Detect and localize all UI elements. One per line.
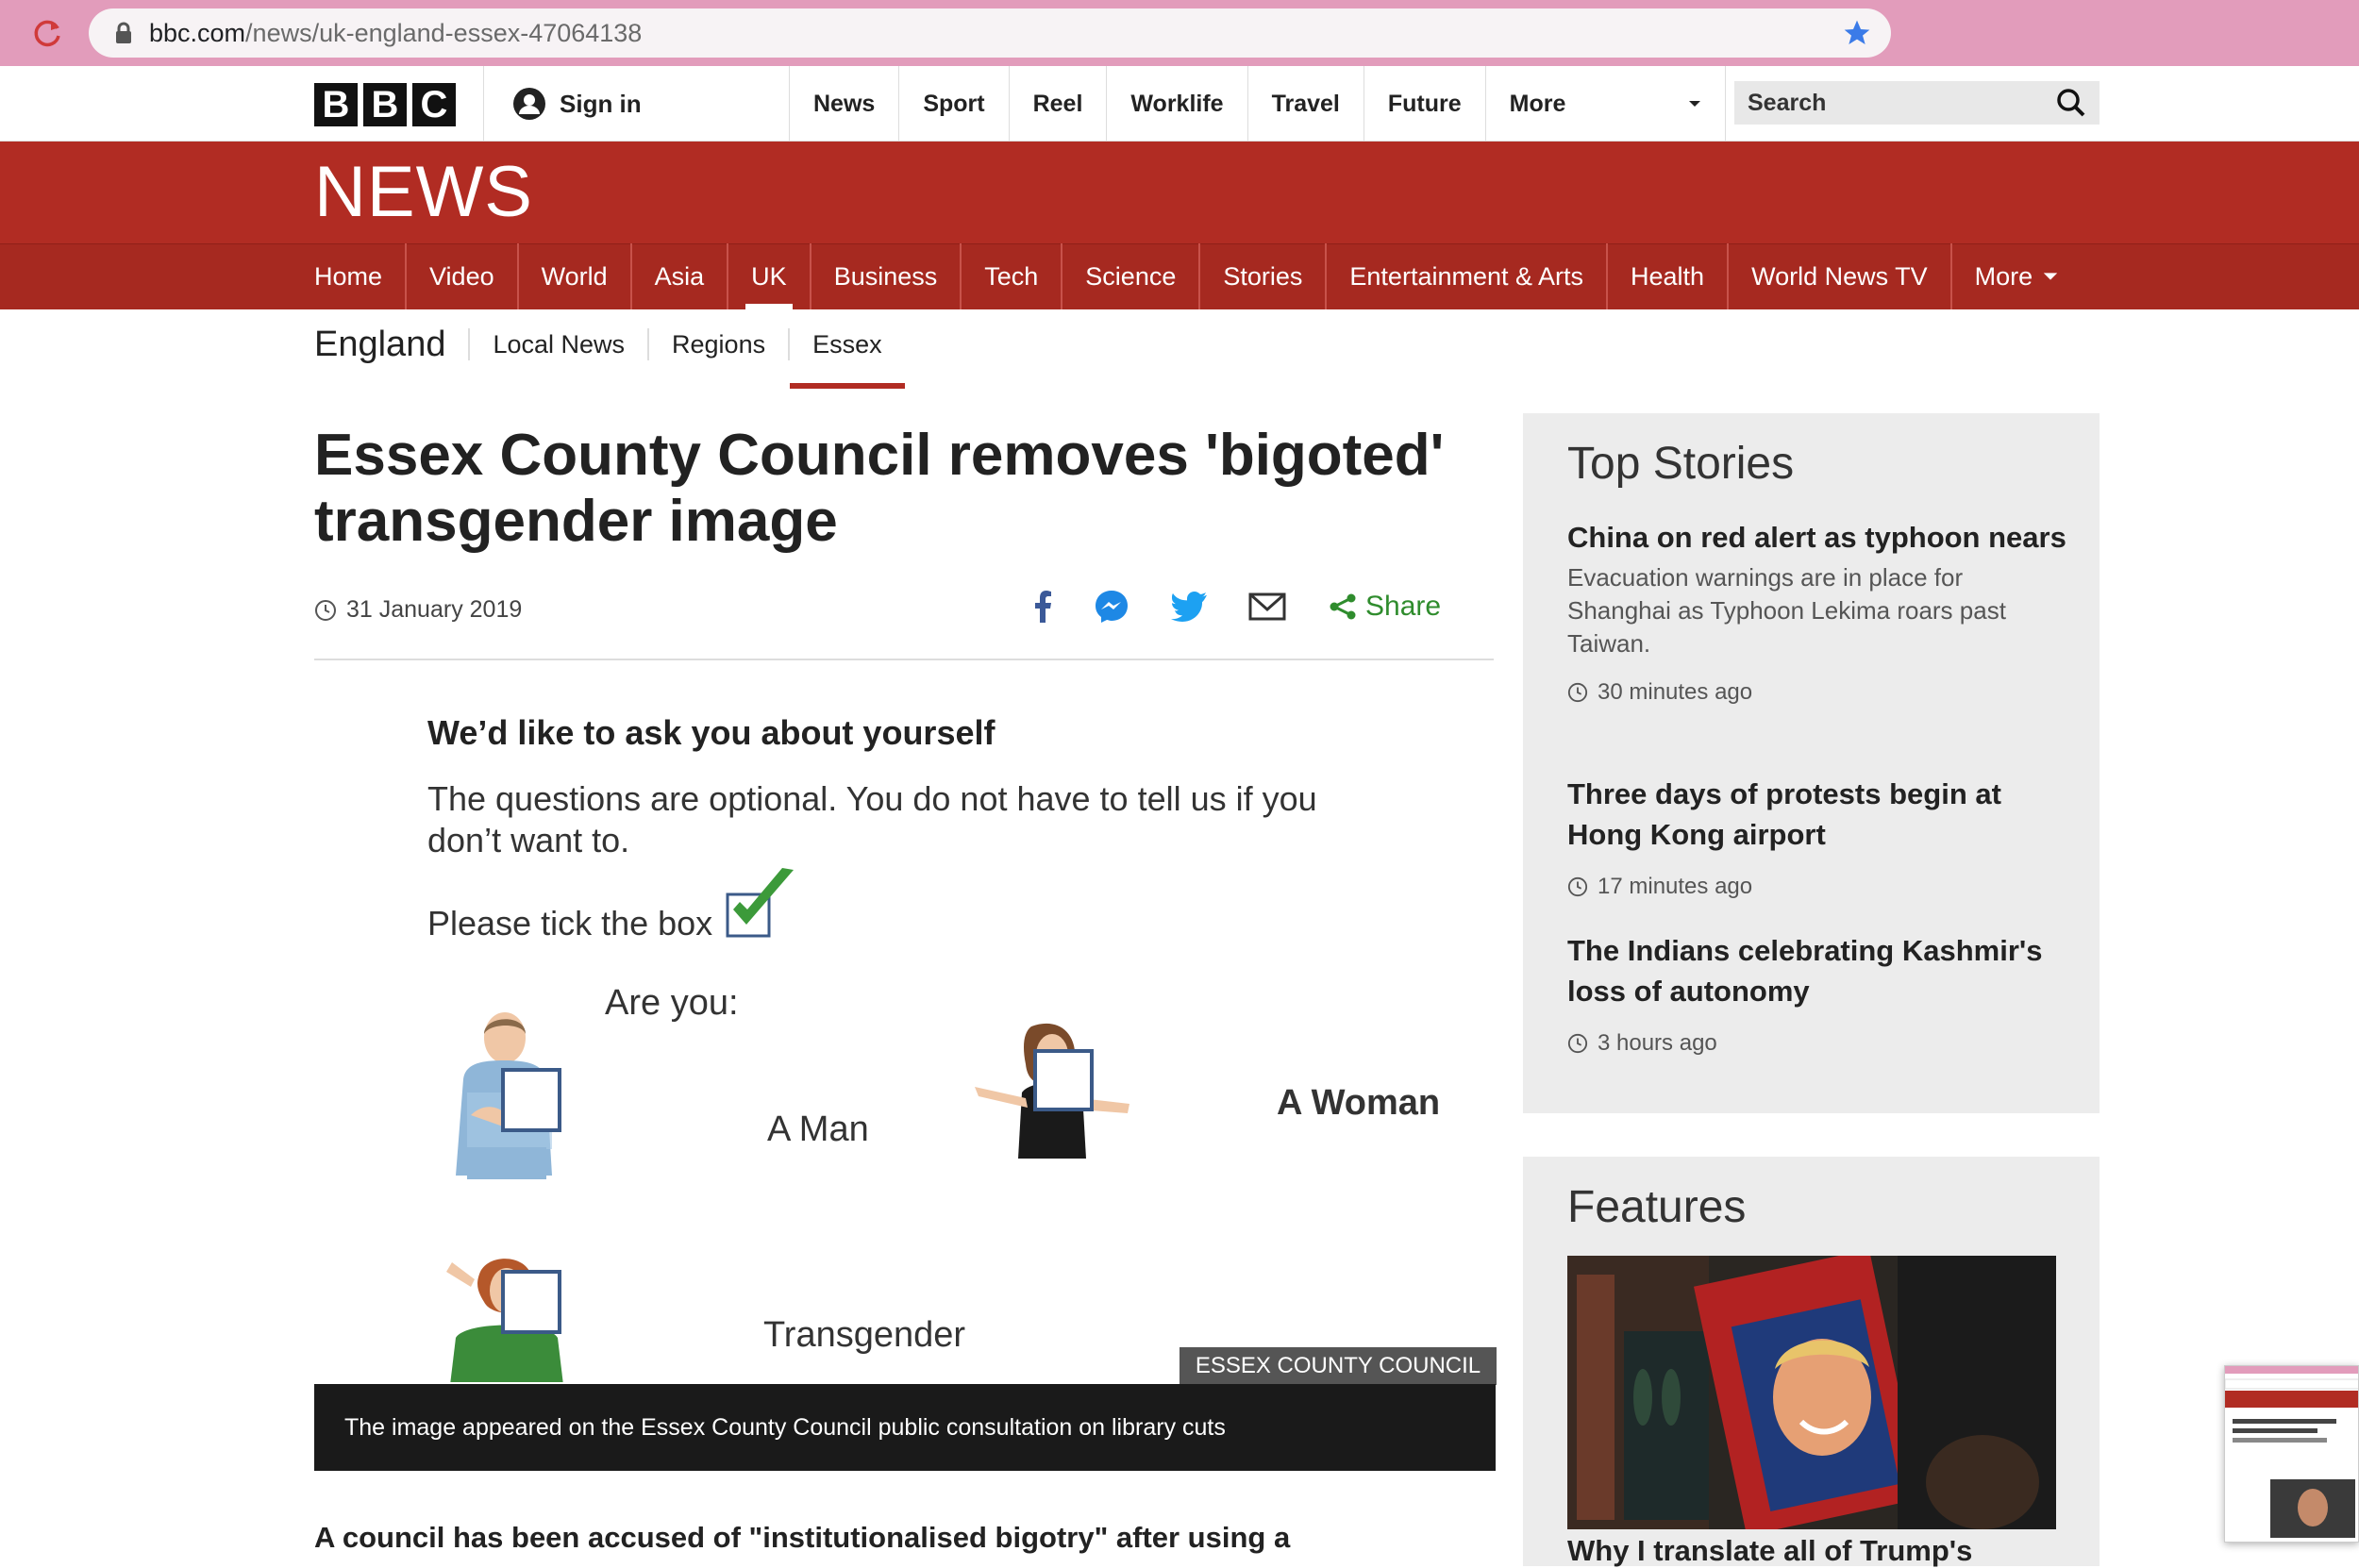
top-stories-title: Top Stories [1567, 439, 1795, 489]
story-timestamp: 17 minutes ago [1567, 874, 2067, 900]
clock-icon [1567, 682, 1588, 703]
nav-asia[interactable]: Asia [629, 243, 728, 309]
search-placeholder: Search [1748, 89, 1827, 116]
story-time-text: 3 hours ago [1598, 1030, 1717, 1056]
top-nav-future[interactable]: Future [1363, 66, 1485, 142]
story-item[interactable]: China on red alert as typhoon nears Evac… [1567, 517, 2067, 706]
figure-line-2: don’t want to. [427, 821, 630, 859]
user-icon [513, 88, 545, 120]
top-nav-sport[interactable]: Sport [898, 66, 1008, 142]
twitter-icon[interactable] [1171, 592, 1207, 622]
feature-image[interactable] [1567, 1256, 2056, 1529]
top-stories-panel: Top Stories China on red alert as typhoo… [1523, 413, 2100, 1113]
bbc-logo[interactable]: B B C [314, 83, 456, 126]
story-headline[interactable]: The Indians celebrating Kashmir's loss o… [1567, 930, 2067, 1011]
nav-health[interactable]: Health [1606, 243, 1727, 309]
top-nav-more-label: More [1509, 90, 1566, 117]
sign-in-label: Sign in [560, 89, 642, 118]
figure-heading: We’d like to ask you about yourself [427, 713, 995, 752]
top-nav-travel[interactable]: Travel [1246, 66, 1364, 142]
nav-more[interactable]: More [1949, 243, 2083, 309]
nav-home[interactable]: Home [314, 243, 405, 309]
article-headline: Essex County Council removes 'bigoted' t… [314, 423, 1445, 554]
caret-down-icon [2043, 273, 2058, 280]
nav-uk[interactable]: UK [727, 243, 810, 309]
bbc-top-nav: News Sport Reel Worklife Travel Future M… [789, 66, 1726, 142]
checkmark-icon [726, 868, 794, 938]
nav-tech[interactable]: Tech [960, 243, 1061, 309]
address-bar[interactable]: bbc.com/news/uk-england-essex-47064138 [89, 8, 1891, 58]
email-icon[interactable] [1248, 592, 1286, 621]
url-text: bbc.com/news/uk-england-essex-47064138 [149, 19, 643, 47]
transgender-checkbox[interactable] [501, 1270, 561, 1334]
story-timestamp: 3 hours ago [1567, 1030, 2067, 1057]
nav-science[interactable]: Science [1061, 243, 1198, 309]
option-man: A Man [767, 1109, 869, 1149]
top-nav-news[interactable]: News [789, 66, 898, 142]
facebook-icon[interactable] [1033, 591, 1052, 623]
clock-icon [1567, 876, 1588, 897]
nav-more-label: More [1974, 262, 2033, 291]
sub-nav-essex[interactable]: Essex [788, 328, 905, 389]
option-woman: A Woman [1277, 1083, 1441, 1123]
image-credit: ESSEX COUNTY COUNCIL [1180, 1347, 1497, 1385]
share-button[interactable]: Share [1328, 591, 1441, 623]
figure-line-1: The questions are optional. You do not h… [427, 779, 1317, 818]
story-summary: Evacuation warnings are in place for Sha… [1567, 563, 2006, 658]
reload-icon[interactable] [32, 17, 64, 49]
figure-are-you: Are you: [605, 983, 739, 1023]
option-transgender: Transgender [763, 1315, 966, 1355]
top-nav-worklife[interactable]: Worklife [1106, 66, 1246, 142]
nav-stories[interactable]: Stories [1198, 243, 1325, 309]
sign-in-link[interactable]: Sign in [483, 66, 642, 142]
features-panel: Features Why I translate all of Trump's [1523, 1157, 2100, 1568]
image-caption: The image appeared on the Essex County C… [314, 1384, 1496, 1471]
magazine-cover-photo [1567, 1256, 2056, 1529]
news-nav: Home Video World Asia UK Business Tech S… [314, 243, 2082, 309]
browser-toolbar: bbc.com/news/uk-england-essex-47064138 [0, 0, 2359, 66]
feature-headline[interactable]: Why I translate all of Trump's [1567, 1534, 1972, 1568]
divider [314, 659, 1494, 660]
top-nav-more[interactable]: More [1484, 66, 1726, 142]
bookmark-star-icon[interactable] [1842, 18, 1872, 48]
share-icon [1330, 593, 1356, 620]
nav-video[interactable]: Video [405, 243, 517, 309]
screenshot-thumbnail[interactable] [2224, 1365, 2359, 1543]
features-title: Features [1567, 1182, 1747, 1232]
share-tools: Share [1033, 589, 1441, 625]
story-headline[interactable]: Three days of protests begin at Hong Kon… [1567, 774, 2067, 855]
story-headline[interactable]: China on red alert as typhoon nears [1567, 517, 2067, 558]
nav-world-news-tv[interactable]: World News TV [1727, 243, 1950, 309]
article-image[interactable]: We’d like to ask you about yourself The … [314, 679, 1496, 1382]
news-logo[interactable]: NEWS [314, 155, 533, 230]
sub-nav-heading[interactable]: England [314, 325, 468, 365]
story-item[interactable]: Three days of protests begin at Hong Kon… [1567, 774, 2067, 900]
article-date-text: 31 January 2019 [346, 596, 523, 623]
story-item[interactable]: The Indians celebrating Kashmir's loss o… [1567, 930, 2067, 1057]
story-time-text: 30 minutes ago [1598, 679, 1753, 705]
sub-nav-regions[interactable]: Regions [647, 328, 788, 360]
man-checkbox[interactable] [501, 1068, 561, 1132]
nav-world[interactable]: World [516, 243, 630, 309]
clock-icon [1567, 1033, 1588, 1054]
story-timestamp: 30 minutes ago [1567, 679, 2067, 706]
sub-nav-local-news[interactable]: Local News [468, 328, 647, 360]
article-intro: A council has been accused of "instituti… [314, 1521, 1291, 1554]
messenger-icon[interactable] [1094, 589, 1129, 625]
share-label: Share [1365, 591, 1442, 622]
nav-entertainment-arts[interactable]: Entertainment & Arts [1325, 243, 1606, 309]
search-icon[interactable] [2056, 88, 2086, 118]
nav-business[interactable]: Business [809, 243, 961, 309]
thumbnail-preview [2225, 1366, 2358, 1542]
woman-checkbox[interactable] [1033, 1049, 1094, 1111]
top-nav-reel[interactable]: Reel [1008, 66, 1107, 142]
figure-tick-text: Please tick the box [427, 904, 713, 942]
england-sub-nav: England Local News Regions Essex [314, 311, 905, 389]
clock-icon [315, 599, 336, 621]
lock-icon [116, 22, 131, 43]
search-input[interactable]: Search [1734, 81, 2100, 125]
article-date: 31 January 2019 [314, 596, 522, 624]
story-time-text: 17 minutes ago [1598, 874, 1753, 899]
caret-down-icon [1688, 101, 1700, 107]
